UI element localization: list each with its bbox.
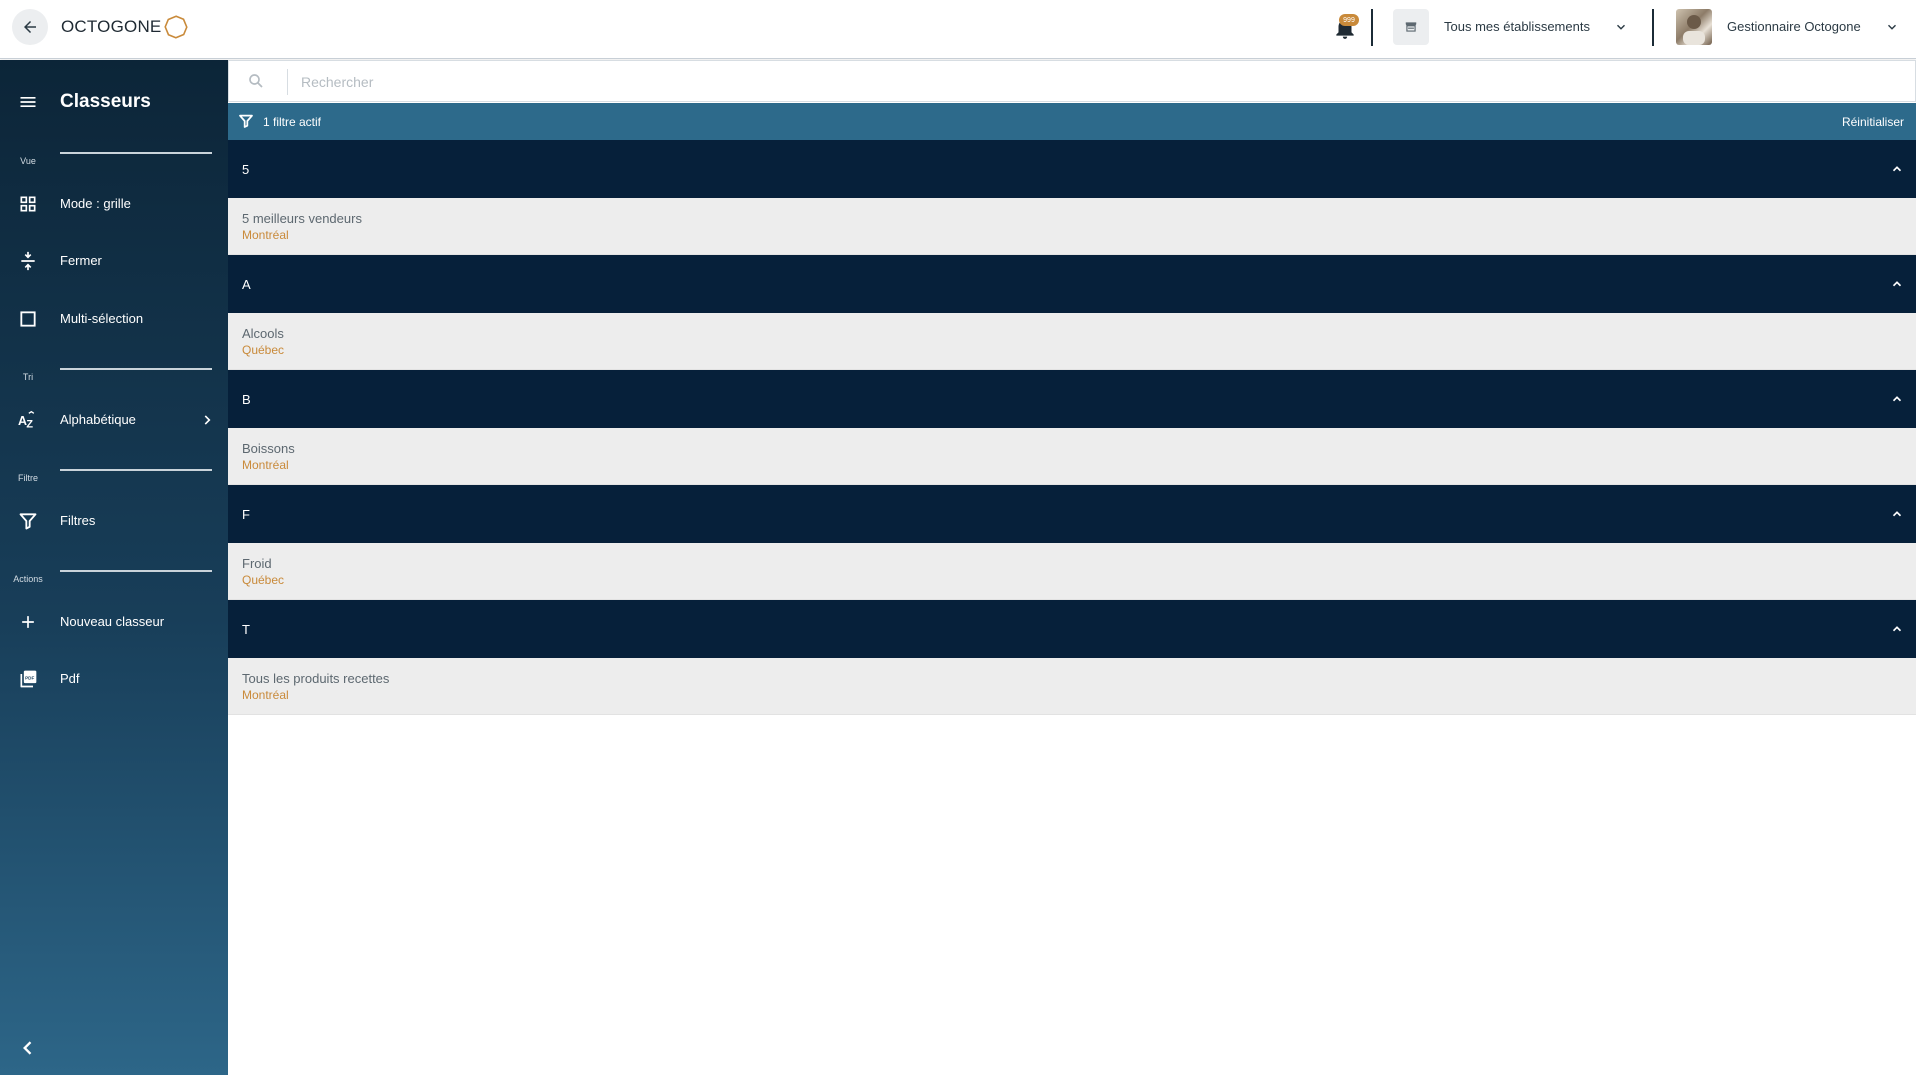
group-header[interactable]: B bbox=[228, 370, 1916, 428]
sidebar-item-filters[interactable]: Filtres bbox=[0, 499, 228, 543]
group-letter: 5 bbox=[242, 162, 250, 177]
binder-location: Montréal bbox=[242, 458, 289, 472]
group-letter: B bbox=[242, 392, 251, 407]
section-label: Actions bbox=[13, 574, 43, 584]
search-input[interactable] bbox=[301, 70, 1881, 94]
binder-location: Montréal bbox=[242, 228, 289, 242]
binder-name: Froid bbox=[242, 556, 272, 571]
binder-list: 5 5 meilleurs vendeurs Montréal A Alcool… bbox=[228, 140, 1916, 715]
chevron-down-icon[interactable] bbox=[1614, 20, 1628, 34]
establishment-icon-box[interactable] bbox=[1393, 9, 1429, 45]
list-item[interactable]: Boissons Montréal bbox=[228, 428, 1916, 485]
chevron-left-icon[interactable] bbox=[18, 1038, 38, 1058]
plus-icon bbox=[22, 616, 34, 628]
search-icon bbox=[249, 74, 263, 88]
section-divider bbox=[60, 368, 212, 370]
search-bar bbox=[228, 60, 1916, 102]
list-item[interactable]: Tous les produits recettes Montréal bbox=[228, 658, 1916, 715]
chevron-up-icon bbox=[1892, 626, 1902, 632]
checkbox-empty-icon bbox=[20, 311, 36, 327]
section-label: Tri bbox=[22, 372, 34, 382]
octogone-logo[interactable]: OCTOGONE bbox=[61, 15, 189, 39]
establishments-selector-label[interactable]: Tous mes établissements bbox=[1444, 19, 1590, 34]
section-divider bbox=[60, 152, 212, 154]
notification-badge: 999 bbox=[1339, 14, 1359, 26]
octagon-logo-icon bbox=[164, 15, 189, 39]
sidebar-item-label: Nouveau classeur bbox=[60, 614, 165, 629]
section-divider bbox=[60, 469, 212, 471]
avatar[interactable] bbox=[1676, 9, 1712, 45]
pdf-icon: PDF bbox=[20, 670, 37, 688]
binder-name: 5 meilleurs vendeurs bbox=[242, 211, 362, 226]
arrow-left-icon bbox=[24, 21, 36, 33]
section-tri: Tri bbox=[0, 368, 228, 384]
chevron-right-icon bbox=[204, 415, 211, 425]
group-header[interactable]: T bbox=[228, 600, 1916, 658]
list-item[interactable]: Froid Québec bbox=[228, 543, 1916, 600]
section-divider bbox=[60, 570, 212, 572]
grid-icon bbox=[20, 196, 36, 212]
group-header[interactable]: 5 bbox=[228, 140, 1916, 198]
active-filter-count: 1 filtre actif bbox=[263, 115, 322, 129]
filter-icon bbox=[239, 114, 253, 128]
sidebar-title: Classeurs bbox=[60, 91, 151, 112]
logo-text: OCTOGONE bbox=[61, 17, 162, 36]
sidebar-item-new-binder[interactable]: Nouveau classeur bbox=[0, 600, 228, 644]
sidebar: Classeurs Vue Mode : grille Fermer Multi… bbox=[0, 60, 228, 1075]
group-letter: T bbox=[242, 622, 250, 637]
list-item[interactable]: 5 meilleurs vendeurs Montréal bbox=[228, 198, 1916, 255]
user-menu-label[interactable]: Gestionnaire Octogone bbox=[1727, 19, 1861, 34]
group-header[interactable]: A bbox=[228, 255, 1916, 313]
sort-az-icon: AZ bbox=[18, 410, 35, 431]
main-content: 1 filtre actif Réinitialiser 5 5 meilleu… bbox=[228, 60, 1916, 1075]
sidebar-item-multi-select[interactable]: Multi-sélection bbox=[0, 297, 228, 341]
header-divider bbox=[1371, 9, 1373, 46]
binder-location: Québec bbox=[242, 573, 285, 587]
binder-name: Alcools bbox=[242, 326, 284, 341]
group-letter: F bbox=[242, 507, 250, 522]
search-divider bbox=[287, 69, 288, 95]
back-button[interactable] bbox=[12, 9, 48, 45]
sidebar-item-grid-mode[interactable]: Mode : grille bbox=[0, 182, 228, 226]
list-item[interactable]: Alcools Québec bbox=[228, 313, 1916, 370]
sidebar-item-label: Fermer bbox=[60, 253, 102, 268]
chevron-up-icon bbox=[1892, 281, 1902, 287]
chevron-up-icon bbox=[1892, 396, 1902, 402]
sidebar-item-alphabetical[interactable]: AZ Alphabétique bbox=[0, 398, 228, 442]
section-label: Vue bbox=[20, 156, 36, 166]
chevron-up-icon bbox=[1892, 166, 1902, 172]
store-icon bbox=[1405, 22, 1417, 32]
collapse-all-icon bbox=[21, 251, 35, 271]
active-filter-bar: 1 filtre actif Réinitialiser bbox=[228, 103, 1916, 140]
chevron-up-icon bbox=[1892, 511, 1902, 517]
sidebar-item-label: Alphabétique bbox=[60, 412, 136, 427]
chevron-down-icon[interactable] bbox=[1885, 20, 1899, 34]
binder-name: Boissons bbox=[242, 441, 295, 456]
user-photo-icon bbox=[1683, 15, 1705, 45]
section-vue: Vue bbox=[0, 152, 228, 168]
sidebar-item-label: Filtres bbox=[60, 513, 96, 528]
group-letter: A bbox=[242, 277, 251, 292]
section-actions: Actions bbox=[0, 570, 228, 586]
svg-text:Z: Z bbox=[26, 419, 33, 431]
binder-location: Montréal bbox=[242, 688, 289, 702]
section-filtre: Filtre bbox=[0, 469, 228, 485]
sidebar-item-pdf[interactable]: PDF Pdf bbox=[0, 657, 228, 701]
sidebar-item-label: Multi-sélection bbox=[60, 311, 144, 326]
binder-location: Québec bbox=[242, 343, 285, 357]
group-header[interactable]: F bbox=[228, 485, 1916, 543]
header-divider bbox=[1652, 9, 1654, 46]
section-label: Filtre bbox=[18, 473, 38, 483]
sidebar-item-close[interactable]: Fermer bbox=[0, 239, 228, 283]
sidebar-header: Classeurs bbox=[0, 84, 228, 120]
sidebar-item-label: Pdf bbox=[60, 671, 80, 686]
binder-name: Tous les produits recettes bbox=[242, 671, 390, 686]
reset-filters-button[interactable]: Réinitialiser bbox=[1842, 115, 1904, 129]
sidebar-item-label: Mode : grille bbox=[60, 196, 131, 211]
top-bar: OCTOGONE 999 Tous mes établissements Ges… bbox=[0, 0, 1916, 59]
hamburger-menu-icon[interactable] bbox=[18, 92, 38, 112]
svg-text:PDF: PDF bbox=[25, 675, 34, 680]
filter-icon bbox=[19, 513, 37, 530]
